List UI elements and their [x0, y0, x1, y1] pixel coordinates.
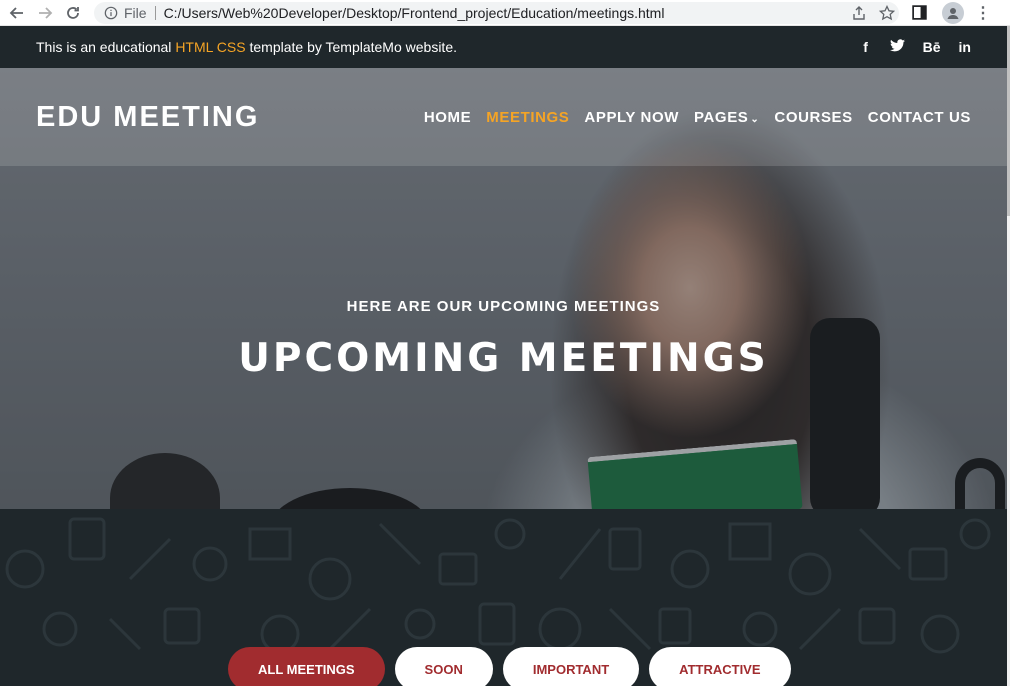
twitter-icon[interactable]	[889, 39, 905, 55]
hero-banner: EDU MEETING HOME MEETINGS APPLY NOW PAGE…	[0, 68, 1007, 509]
menu-item-pages[interactable]: PAGES ⌄	[694, 109, 759, 126]
facebook-icon[interactable]: f	[860, 39, 872, 55]
linkedin-icon[interactable]: in	[959, 39, 971, 55]
menu-item-pages-label: PAGES	[694, 108, 749, 126]
side-panel-icon[interactable]	[911, 4, 928, 21]
web-page: This is an educational HTML CSS template…	[0, 26, 1007, 686]
meetings-section: ALL MEETINGS SOON IMPORTANT ATTRACTIVE	[0, 509, 1007, 686]
templatemo-link[interactable]: HTML CSS	[175, 39, 245, 55]
back-icon[interactable]	[6, 2, 28, 24]
menu-item-courses[interactable]: COURSES	[774, 109, 852, 126]
filter-important-button[interactable]: IMPORTANT	[502, 647, 640, 686]
menu-item-home[interactable]: HOME	[424, 109, 471, 126]
main-menu: HOME MEETINGS APPLY NOW PAGES ⌄ COURSES C…	[424, 109, 971, 126]
browser-toolbar: File C:/Users/Web%20Developer/Desktop/Fr…	[0, 0, 1010, 26]
file-label: File	[124, 4, 147, 21]
profile-avatar-icon[interactable]	[942, 1, 964, 24]
chevron-down-icon: ⌄	[750, 113, 760, 125]
filter-all-meetings-button[interactable]: ALL MEETINGS	[228, 647, 385, 686]
url-separator	[154, 5, 156, 20]
top-announcement-bar: This is an educational HTML CSS template…	[0, 26, 1007, 68]
hero-subtitle: HERE ARE OUR UPCOMING MEETINGS	[346, 298, 661, 315]
forward-icon[interactable]	[34, 2, 56, 24]
address-bar[interactable]: File C:/Users/Web%20Developer/Desktop/Fr…	[94, 1, 899, 24]
reload-icon[interactable]	[62, 2, 84, 24]
share-icon[interactable]	[851, 5, 867, 21]
filter-attractive-button[interactable]: ATTRACTIVE	[649, 647, 791, 686]
site-header: EDU MEETING HOME MEETINGS APPLY NOW PAGE…	[0, 68, 1007, 166]
menu-item-meetings[interactable]: MEETINGS	[486, 109, 569, 126]
star-icon[interactable]	[879, 4, 895, 21]
behance-icon[interactable]: Bē	[923, 39, 941, 55]
menu-item-contact-us[interactable]: CONTACT US	[868, 109, 971, 126]
meeting-filters: ALL MEETINGS SOON IMPORTANT ATTRACTIVE	[228, 647, 791, 686]
announcement-text-start: This is an educational	[36, 39, 176, 55]
site-logo[interactable]: EDU MEETING	[36, 101, 259, 134]
announcement-text-end: template by TemplateMo website.	[245, 39, 457, 55]
info-icon[interactable]	[104, 6, 118, 20]
social-links: f Bē in	[860, 39, 971, 55]
announcement-text: This is an educational HTML CSS template…	[36, 39, 457, 55]
url-text[interactable]: C:/Users/Web%20Developer/Desktop/Fronten…	[164, 5, 665, 21]
browser-menu-icon[interactable]: ⋮	[975, 3, 991, 23]
menu-item-apply-now[interactable]: APPLY NOW	[584, 109, 679, 126]
hero-title: UPCOMING MEETINGS	[238, 336, 769, 381]
filter-soon-button[interactable]: SOON	[394, 647, 493, 686]
